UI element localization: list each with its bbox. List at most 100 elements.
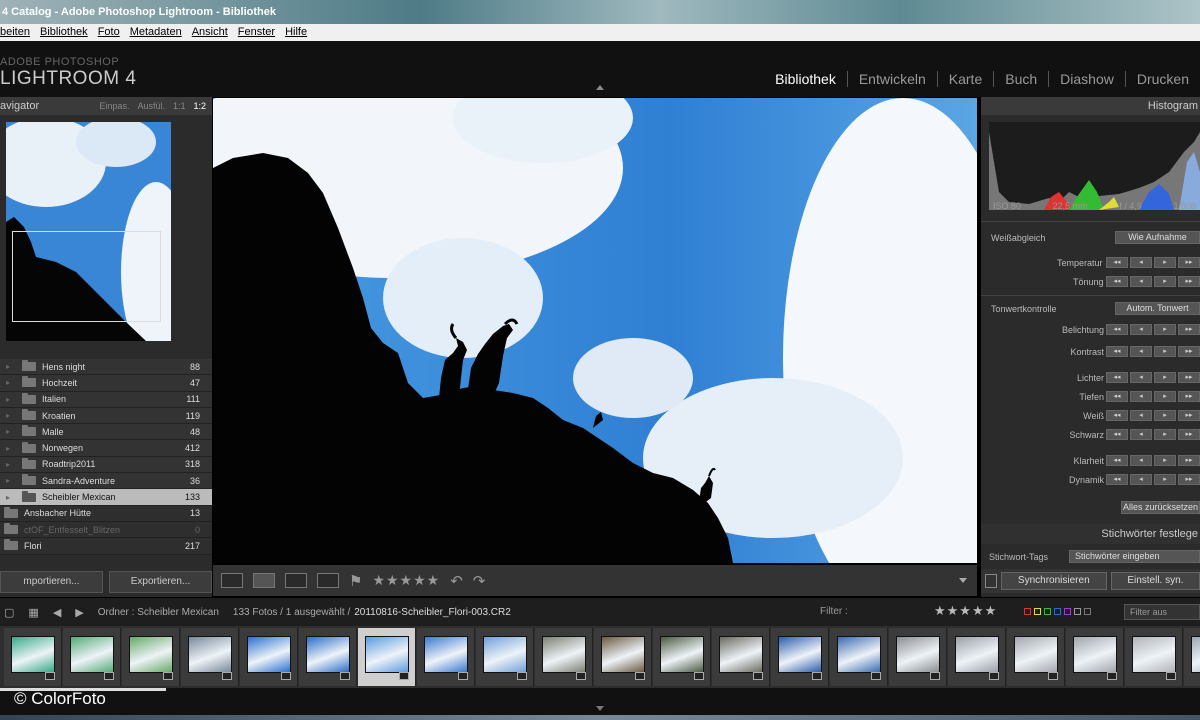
contrast-up[interactable]: ▸ [1154, 346, 1176, 357]
filmstrip-thumbnail[interactable] [1184, 628, 1200, 686]
folder-item[interactable]: ▸ Roadtrip2011 318 [0, 456, 212, 474]
expand-triangle-icon[interactable]: ▸ [6, 476, 10, 485]
zoom-1-2[interactable]: 1:2 [193, 101, 206, 111]
filmstrip-thumbnail[interactable] [771, 628, 829, 686]
expand-triangle-icon[interactable]: ▸ [6, 411, 10, 420]
color-label-filter[interactable] [1064, 608, 1071, 615]
blacks-up[interactable]: ▸ [1154, 429, 1176, 440]
shadows-up-big[interactable]: ▸▸ [1178, 391, 1200, 402]
filmstrip-thumbnail[interactable] [653, 628, 711, 686]
vibrance-up-big[interactable]: ▸▸ [1178, 474, 1200, 485]
filmstrip-thumbnail[interactable] [181, 628, 239, 686]
navigator-view-frame[interactable] [12, 231, 161, 322]
menu-item-window[interactable]: Fenster [238, 24, 275, 41]
highlights-up-big[interactable]: ▸▸ [1178, 372, 1200, 383]
expand-triangle-icon[interactable]: ▸ [6, 427, 10, 436]
temperature-up-big[interactable]: ▸▸ [1178, 257, 1200, 268]
folder-item[interactable]: ▸ Kroatien 119 [0, 407, 212, 425]
module-map[interactable]: Karte [936, 71, 993, 87]
color-label-filter[interactable] [1054, 608, 1061, 615]
folder-item[interactable]: ▸ Hens night 88 [0, 359, 212, 376]
filmstrip-thumbnail[interactable] [299, 628, 357, 686]
expand-triangle-icon[interactable]: ▸ [6, 395, 10, 404]
loupe-view[interactable] [213, 98, 977, 563]
menu-item-view[interactable]: Ansicht [192, 24, 228, 41]
exposure-up-big[interactable]: ▸▸ [1178, 324, 1200, 335]
zoom-1-1[interactable]: 1:1 [173, 101, 186, 111]
expand-triangle-icon[interactable]: ▸ [6, 444, 10, 453]
module-print[interactable]: Drucken [1124, 71, 1200, 87]
exposure-down[interactable]: ◂ [1130, 324, 1152, 335]
expand-triangle-icon[interactable]: ▸ [6, 460, 10, 469]
expand-triangle-icon[interactable]: ▸ [6, 493, 10, 502]
sync-toggle-icon[interactable] [985, 574, 997, 588]
clarity-up-big[interactable]: ▸▸ [1178, 455, 1200, 466]
expand-triangle-icon[interactable]: ▸ [6, 362, 10, 371]
filmstrip-thumbnail[interactable] [122, 628, 180, 686]
navigator-header[interactable]: avigator Einpas. Ausfül. 1:1 1:2 [0, 97, 212, 115]
whites-up-big[interactable]: ▸▸ [1178, 410, 1200, 421]
rotate-left-icon[interactable]: ↶ [450, 572, 463, 590]
contrast-up-big[interactable]: ▸▸ [1178, 346, 1200, 357]
highlights-down[interactable]: ◂ [1130, 372, 1152, 383]
tint-down-big[interactable]: ◂◂ [1106, 276, 1128, 287]
keyword-tags-input[interactable]: Stichwörter eingeben [1069, 550, 1200, 563]
folder-item[interactable]: ▸ Sandra-Adventure 36 [0, 473, 212, 490]
filmstrip-thumbnail[interactable] [1066, 628, 1124, 686]
filmstrip-thumbnail[interactable] [240, 628, 298, 686]
blacks-down-big[interactable]: ◂◂ [1106, 429, 1128, 440]
filmstrip-thumbnail[interactable] [4, 628, 62, 686]
clarity-down[interactable]: ◂ [1130, 455, 1152, 466]
folder-item[interactable]: Flori 217 [0, 538, 212, 555]
loupe-view-icon[interactable] [253, 573, 275, 588]
zoom-fit[interactable]: Einpas. [99, 101, 129, 111]
filmstrip-thumbnail[interactable] [594, 628, 652, 686]
exposure-up[interactable]: ▸ [1154, 324, 1176, 335]
blacks-up-big[interactable]: ▸▸ [1178, 429, 1200, 440]
filmstrip-thumbnail[interactable] [358, 628, 416, 686]
compare-view-icon[interactable] [285, 573, 307, 588]
shadows-down-big[interactable]: ◂◂ [1106, 391, 1128, 402]
filmstrip-filename[interactable]: 20110816-Scheibler_Flori-003.CR2 [354, 607, 511, 618]
filmstrip-thumbnail[interactable] [476, 628, 534, 686]
rotate-right-icon[interactable]: ↷ [473, 572, 486, 590]
temperature-up[interactable]: ▸ [1154, 257, 1176, 268]
filmstrip-thumbnail[interactable] [830, 628, 888, 686]
sync-button[interactable]: Synchronisieren [1000, 572, 1107, 590]
whites-down[interactable]: ◂ [1130, 410, 1152, 421]
folder-item[interactable]: ▸ Scheibler Mexican 133 [0, 489, 212, 506]
tint-up-big[interactable]: ▸▸ [1178, 276, 1200, 287]
folder-item[interactable]: ▸ Malle 48 [0, 424, 212, 441]
filmstrip-thumbnail[interactable] [1007, 628, 1065, 686]
zoom-fill[interactable]: Ausfül. [137, 101, 165, 111]
filmstrip-thumbnail[interactable] [889, 628, 947, 686]
folder-item[interactable]: ▸ Italien 111 [0, 391, 212, 408]
module-book[interactable]: Buch [993, 71, 1048, 87]
keywording-header[interactable]: Stichwörter festlege [981, 524, 1200, 544]
top-panel-toggle-icon[interactable] [596, 85, 604, 90]
clarity-up[interactable]: ▸ [1154, 455, 1176, 466]
bottom-panel-toggle-icon[interactable] [596, 706, 604, 711]
tint-down[interactable]: ◂ [1130, 276, 1152, 287]
filter-preset-select[interactable]: Filter aus [1124, 604, 1200, 620]
whites-up[interactable]: ▸ [1154, 410, 1176, 421]
color-label-filter[interactable] [1034, 608, 1041, 615]
navigator-preview[interactable] [6, 122, 171, 341]
vibrance-down[interactable]: ◂ [1130, 474, 1152, 485]
module-slideshow[interactable]: Diashow [1048, 71, 1125, 87]
temperature-down[interactable]: ◂ [1130, 257, 1152, 268]
filmstrip-thumbnail[interactable] [535, 628, 593, 686]
grid-view-icon[interactable] [221, 573, 243, 588]
clarity-down-big[interactable]: ◂◂ [1106, 455, 1128, 466]
folder-item[interactable]: ▸ Hochzeit 47 [0, 375, 212, 392]
forward-arrow-icon[interactable]: ▶ [75, 606, 83, 619]
folder-item[interactable]: Ansbacher Hütte 13 [0, 505, 212, 522]
grid-icon[interactable]: ▦ [28, 606, 38, 619]
color-label-filter[interactable] [1084, 608, 1091, 615]
module-library[interactable]: Bibliothek [764, 71, 847, 87]
auto-tone-button[interactable]: Autom. Tonwert [1115, 302, 1200, 315]
tint-up[interactable]: ▸ [1154, 276, 1176, 287]
highlights-up[interactable]: ▸ [1154, 372, 1176, 383]
menu-item-edit[interactable]: beiten [0, 24, 30, 41]
import-button[interactable]: mportieren... [0, 571, 103, 593]
